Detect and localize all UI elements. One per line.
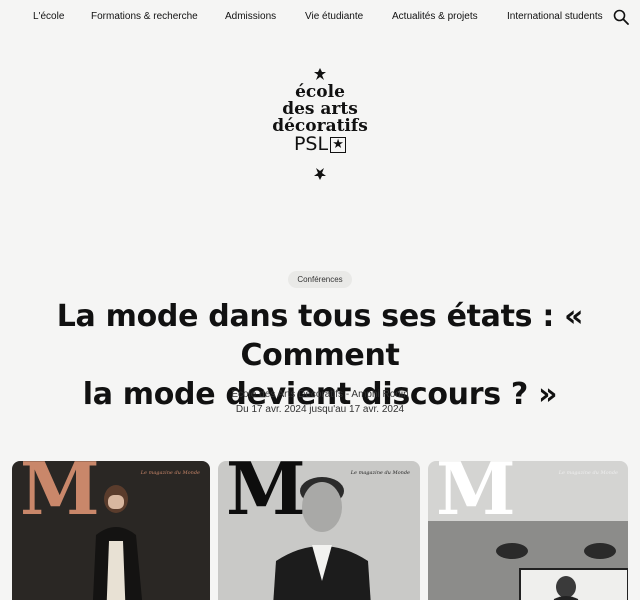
nav-item-admissions[interactable]: Admissions xyxy=(225,11,276,22)
magazine-card-1[interactable]: M Le magazine du Monde xyxy=(12,461,210,600)
fleuron-bottom-icon xyxy=(314,168,326,180)
school-logo[interactable]: école des arts décoratifs PSL ★ xyxy=(255,68,385,183)
magazine-card-3[interactable]: M Le magazine du Monde xyxy=(428,461,628,600)
magazine-subtitle: Le magazine du Monde xyxy=(350,470,410,476)
nav-item-ecole[interactable]: L'école xyxy=(33,11,64,22)
cover-photo-figure xyxy=(92,485,143,600)
nav-item-vie-etudiante[interactable]: Vie étudiante xyxy=(305,11,363,22)
magazine-masthead: M xyxy=(436,461,516,531)
nav-item-formations-recherche[interactable]: Formations & recherche xyxy=(91,11,198,22)
search-icon[interactable] xyxy=(613,9,629,25)
fleuron-top-icon xyxy=(314,68,326,80)
magazine-subtitle: Le magazine du Monde xyxy=(558,470,618,476)
category-tag[interactable]: Conférences xyxy=(288,271,352,288)
logo-psl-text: PSL xyxy=(293,133,329,155)
event-dates: Du 17 avr. 2024 jusqu'au 17 avr. 2024 xyxy=(235,404,405,415)
main-navigation: L'école Formations & recherche Admission… xyxy=(0,0,640,34)
nav-item-international-students[interactable]: International students xyxy=(507,11,603,22)
nav-item-actualites-projets[interactable]: Actualités & projets xyxy=(392,11,478,22)
magazine-card-2[interactable]: M Le magazine du Monde xyxy=(218,461,420,600)
magazine-masthead: M xyxy=(226,461,306,531)
event-location: École des Arts Décoratifs - Amphi Rodin xyxy=(231,389,409,400)
event-title-line-1: La mode dans tous ses états : « Comment xyxy=(56,299,584,373)
logo-psl: PSL ★ xyxy=(293,133,347,155)
star-icon: ★ xyxy=(330,136,347,153)
